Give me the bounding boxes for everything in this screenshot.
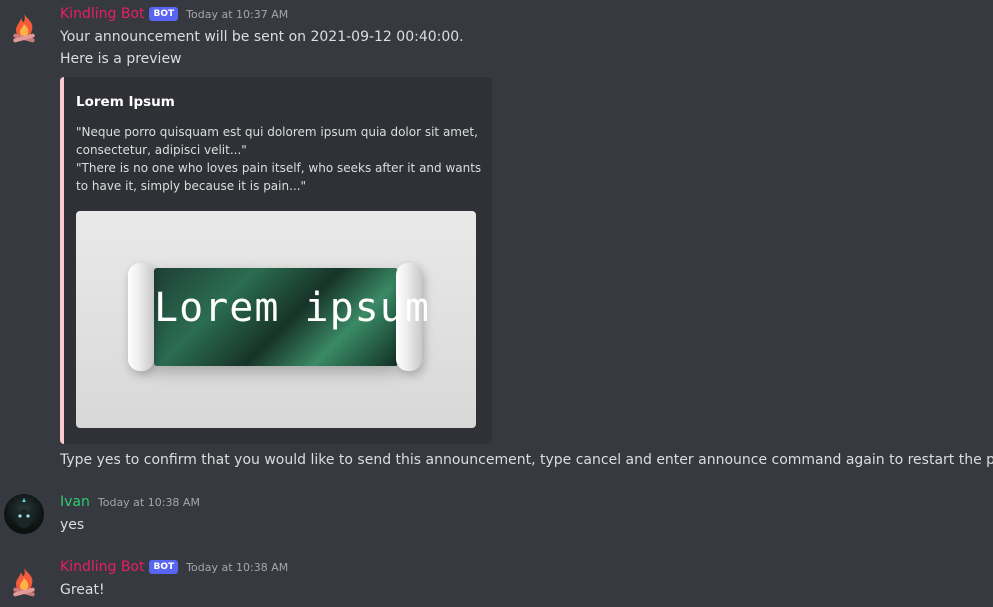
embed-description-line: consectetur, adipisci velit..." [76,143,247,157]
embed-description: "Neque porro quisquam est qui dolorem ip… [76,123,482,195]
embed-description-line: "Neque porro quisquam est qui dolorem ip… [76,125,478,139]
embed-image-text: Lorem ipsum [154,285,430,331]
author-name[interactable]: Kindling Bot [60,6,144,22]
bot-tag: BOT [149,560,179,574]
user-avatar-wolf[interactable] [4,494,44,534]
message-text: Here is a preview [60,51,182,67]
message-header: Kindling Bot BOT Today at 10:38 AM [60,559,288,575]
message-text: Your announcement will be sent on 2021-0… [60,29,464,45]
author-name[interactable]: Kindling Bot [60,559,144,575]
timestamp: Today at 10:37 AM [186,7,289,21]
bot-avatar-campfire-icon[interactable] [4,8,44,48]
bot-tag: BOT [149,7,179,21]
embed-description-line: to have it, simply because it is pain...… [76,179,307,193]
timestamp: Today at 10:38 AM [97,495,200,509]
message-header: Ivan Today at 10:38 AM [60,494,200,510]
embed-preview: Lorem Ipsum "Neque porro quisquam est qu… [60,77,492,444]
message-header: Kindling Bot BOT Today at 10:37 AM [60,6,288,22]
embed-image[interactable]: Lorem ipsum [76,211,476,428]
embed-description-line: "There is no one who loves pain itself, … [76,161,482,175]
author-name[interactable]: Ivan [60,494,90,510]
message-text: Great! [60,582,105,598]
message-text: yes [60,517,85,533]
message-text: Type yes to confirm that you would like … [60,452,993,468]
paper-curl-left [128,263,154,371]
timestamp: Today at 10:38 AM [186,560,289,574]
bot-avatar-campfire-icon[interactable] [4,562,44,602]
embed-title: Lorem Ipsum [76,94,175,110]
